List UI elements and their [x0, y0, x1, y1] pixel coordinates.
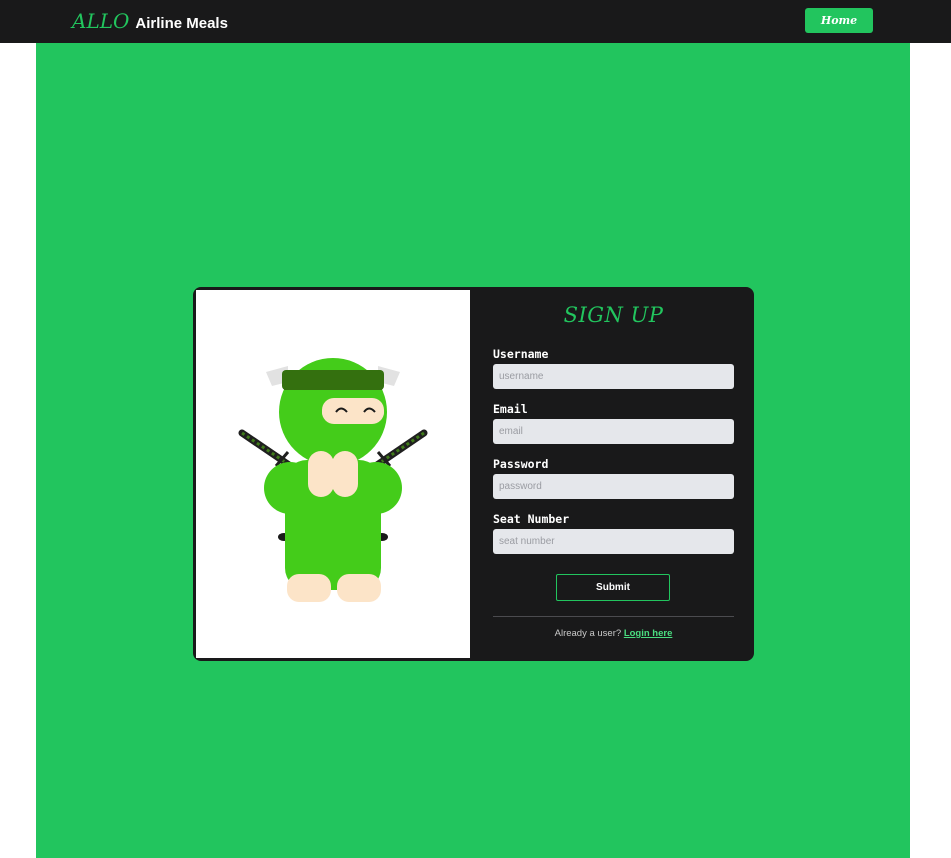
form-divider: [493, 616, 734, 617]
seat-number-input[interactable]: [493, 529, 734, 554]
ninja-mascot-icon: [238, 358, 428, 602]
signup-title: SIGN UP: [563, 303, 664, 327]
signup-form: SIGN UP Username Email Password Seat Num…: [493, 287, 734, 661]
password-label: Password: [493, 457, 549, 471]
home-button[interactable]: Home: [805, 8, 873, 33]
username-input[interactable]: [493, 364, 734, 389]
right-sword-icon: [370, 429, 428, 471]
signup-card: SIGN UP Username Email Password Seat Num…: [193, 287, 754, 661]
ninja-illustration-panel: [196, 290, 470, 658]
left-sword-icon: [238, 429, 296, 471]
submit-button[interactable]: Submit: [556, 574, 670, 601]
email-label: Email: [493, 402, 528, 416]
username-label: Username: [493, 347, 549, 361]
seat-number-label: Seat Number: [493, 512, 570, 526]
brand-name-text: Airline Meals: [135, 15, 228, 32]
email-input[interactable]: [493, 419, 734, 444]
top-navbar: ALLO Airline Meals Home: [0, 0, 951, 43]
brand-allo-text: ALLO: [72, 9, 130, 33]
login-prompt: Already a user? Login here: [493, 628, 734, 639]
login-link[interactable]: Login here: [624, 628, 673, 639]
brand-logo[interactable]: ALLO Airline Meals: [72, 9, 228, 33]
already-user-text: Already a user?: [554, 628, 622, 639]
password-input[interactable]: [493, 474, 734, 499]
